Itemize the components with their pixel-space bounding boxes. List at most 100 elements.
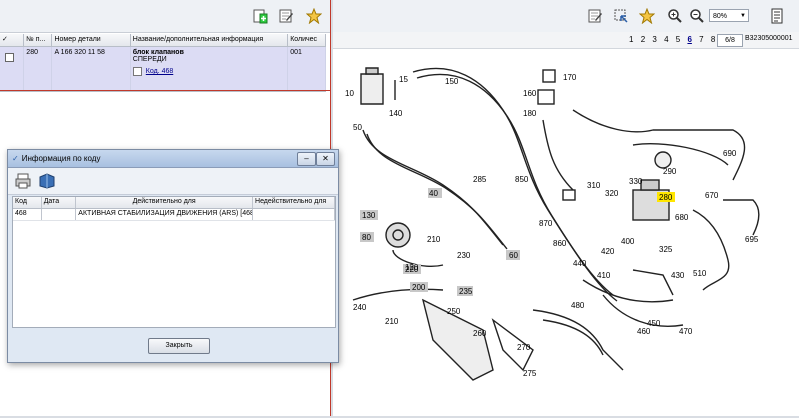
part-label-240[interactable]: 240 [353, 303, 367, 312]
add-to-cart-icon[interactable] [250, 6, 270, 26]
table-row[interactable]: 280 A 166 320 11 58 блок клапанов СПЕРЕД… [0, 47, 326, 92]
diagram-pane: 80% ▼ 1 2 3 4 5 6 7 8 6/8 B32305000001 1… [333, 0, 799, 416]
part-label-320[interactable]: 320 [605, 189, 619, 198]
part-label-235[interactable]: 235 [459, 287, 473, 296]
row-checkbox[interactable] [5, 53, 14, 62]
row-valid: АКТИВНАЯ СТАБИЛИЗАЦИЯ ДВИЖЕНИЯ (ARS) [46… [76, 209, 254, 220]
chevron-down-icon: ▼ [740, 13, 746, 19]
part-label-695[interactable]: 695 [745, 235, 759, 244]
part-label-210[interactable]: 210 [427, 235, 441, 244]
favorite-star-icon[interactable] [304, 6, 324, 26]
part-label-430[interactable]: 430 [671, 271, 685, 280]
part-label-180[interactable]: 180 [523, 109, 537, 118]
part-label-290[interactable]: 290 [663, 167, 677, 176]
part-label-170[interactable]: 170 [563, 73, 577, 82]
page-link-current[interactable]: 6 [687, 35, 691, 44]
part-label-140[interactable]: 140 [389, 109, 403, 118]
part-label-420[interactable]: 420 [601, 247, 615, 256]
page-input[interactable]: 6/8 [717, 34, 743, 47]
page-link-8[interactable]: 8 [711, 35, 715, 44]
part-label-200[interactable]: 200 [412, 283, 426, 292]
row-invalid [253, 209, 335, 220]
col-invalid[interactable]: Недействительно для [253, 197, 335, 208]
parts-diagram[interactable]: 15 10 150 170 160 180 50 140 40 285 850 … [333, 50, 799, 416]
part-label-80[interactable]: 80 [362, 233, 371, 242]
select-area-icon[interactable] [611, 6, 631, 26]
part-label-310[interactable]: 310 [587, 181, 601, 190]
part-label-400[interactable]: 400 [621, 237, 635, 246]
page-link-2[interactable]: 2 [641, 35, 645, 44]
part-label-260[interactable]: 260 [473, 329, 487, 338]
left-toolbar [0, 0, 330, 33]
col-name[interactable]: Название/дополнительная информация [131, 34, 289, 46]
part-label-680[interactable]: 680 [675, 213, 689, 222]
col-pos[interactable]: № п... [24, 34, 53, 46]
col-valid[interactable]: Действительно для [76, 197, 254, 208]
part-label-450[interactable]: 450 [647, 319, 661, 328]
edit-note-icon[interactable] [585, 6, 605, 26]
part-label-280[interactable]: 280 [659, 193, 673, 202]
page-link-7[interactable]: 7 [699, 35, 703, 44]
favorite-star-icon[interactable] [637, 6, 657, 26]
part-label-480[interactable]: 480 [571, 301, 585, 310]
part-label-130[interactable]: 130 [362, 211, 376, 220]
zoom-select[interactable]: 80% ▼ [709, 9, 749, 22]
diagram-canvas: 15 10 150 170 160 180 50 140 40 285 850 … [345, 67, 760, 381]
close-icon[interactable]: ✕ [316, 152, 335, 166]
col-part-number[interactable]: Номер детали [52, 34, 131, 46]
code-link[interactable]: Код. 468 [146, 68, 173, 75]
part-label-15[interactable]: 15 [399, 75, 408, 84]
part-label-120[interactable]: 120 [405, 263, 419, 272]
page-navigator: 1 2 3 4 5 6 7 8 6/8 B32305000001 [333, 32, 799, 49]
dialog-toolbar [8, 168, 338, 195]
part-label-410[interactable]: 410 [597, 271, 611, 280]
part-label-870[interactable]: 870 [539, 219, 553, 228]
part-label-60[interactable]: 60 [509, 251, 518, 260]
code-doc-icon [132, 67, 142, 76]
row-date [42, 209, 77, 220]
table-row[interactable]: 468 АКТИВНАЯ СТАБИЛИЗАЦИЯ ДВИЖЕНИЯ (ARS)… [13, 209, 335, 221]
col-date[interactable]: Дата [42, 197, 77, 208]
code-info-dialog: ✓ Информация по коду – ✕ Код Дата Действ… [7, 149, 339, 363]
part-label-40[interactable]: 40 [429, 189, 438, 198]
edit-note-icon[interactable] [276, 6, 296, 26]
part-label-440[interactable]: 440 [573, 259, 587, 268]
part-label-230[interactable]: 230 [457, 251, 471, 260]
part-label-285[interactable]: 285 [473, 175, 487, 184]
close-button[interactable]: Закрыть [148, 338, 210, 354]
book-icon[interactable] [38, 172, 56, 192]
zoom-out-icon[interactable] [687, 6, 707, 26]
part-label-150[interactable]: 150 [445, 77, 459, 86]
part-label-460[interactable]: 460 [637, 327, 651, 336]
part-label-250[interactable]: 250 [447, 307, 461, 316]
part-label-270[interactable]: 270 [517, 343, 531, 352]
part-label-275[interactable]: 275 [523, 369, 537, 378]
dialog-titlebar[interactable]: ✓ Информация по коду – ✕ [8, 150, 338, 168]
printer-icon[interactable] [14, 172, 32, 192]
page-link-1[interactable]: 1 [629, 35, 633, 44]
col-check[interactable]: ✓ [0, 34, 25, 46]
document-list-icon[interactable] [767, 6, 787, 26]
part-label-690[interactable]: 690 [723, 149, 737, 158]
part-label-510[interactable]: 510 [693, 269, 707, 278]
page-link-5[interactable]: 5 [676, 35, 680, 44]
minimize-icon[interactable]: – [297, 152, 316, 166]
col-qty[interactable]: Количес [288, 34, 326, 46]
part-label-10[interactable]: 10 [345, 89, 354, 98]
part-label-850[interactable]: 850 [515, 175, 529, 184]
part-label-160[interactable]: 160 [523, 89, 537, 98]
part-label-50[interactable]: 50 [353, 123, 362, 132]
page-link-4[interactable]: 4 [664, 35, 668, 44]
col-code[interactable]: Код [13, 197, 42, 208]
part-label-670[interactable]: 670 [705, 191, 719, 200]
zoom-in-icon[interactable] [665, 6, 685, 26]
page-link-3[interactable]: 3 [652, 35, 656, 44]
part-label-325[interactable]: 325 [659, 245, 673, 254]
part-label-330[interactable]: 330 [629, 177, 643, 186]
part-label-210b[interactable]: 210 [385, 317, 399, 326]
part-label-860[interactable]: 860 [553, 239, 567, 248]
divider [0, 90, 330, 91]
part-label-470[interactable]: 470 [679, 327, 693, 336]
row-name-cell: блок клапанов СПЕРЕДИ Код. 468 [131, 47, 289, 91]
checkmark-icon: ✓ [12, 154, 19, 163]
